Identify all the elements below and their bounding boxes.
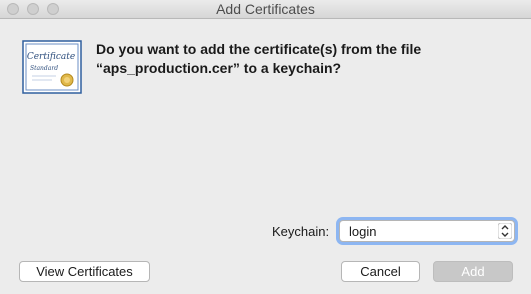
prompt-line-2: “aps_production.cer” to a keychain? bbox=[96, 60, 342, 76]
svg-text:Certificate: Certificate bbox=[27, 52, 75, 62]
window-title: Add Certificates bbox=[216, 1, 315, 17]
keychain-selected-value: login bbox=[349, 224, 377, 239]
cancel-button[interactable]: Cancel bbox=[341, 261, 420, 282]
add-certificates-dialog: Add Certificates Certificate Standard Do… bbox=[0, 0, 531, 294]
keychain-select[interactable]: login bbox=[339, 220, 515, 242]
updown-chevron-icon bbox=[498, 223, 512, 239]
svg-text:Standard: Standard bbox=[30, 65, 58, 72]
keychain-label: Keychain: bbox=[272, 224, 330, 239]
certificate-icon: Certificate Standard bbox=[22, 40, 82, 94]
title-bar: Add Certificates bbox=[0, 0, 531, 19]
prompt-message: Do you want to add the certificate(s) fr… bbox=[96, 40, 516, 78]
add-button[interactable]: Add bbox=[433, 261, 513, 282]
view-certificates-button[interactable]: View Certificates bbox=[19, 261, 150, 282]
prompt-line-1: Do you want to add the certificate(s) fr… bbox=[96, 41, 422, 57]
